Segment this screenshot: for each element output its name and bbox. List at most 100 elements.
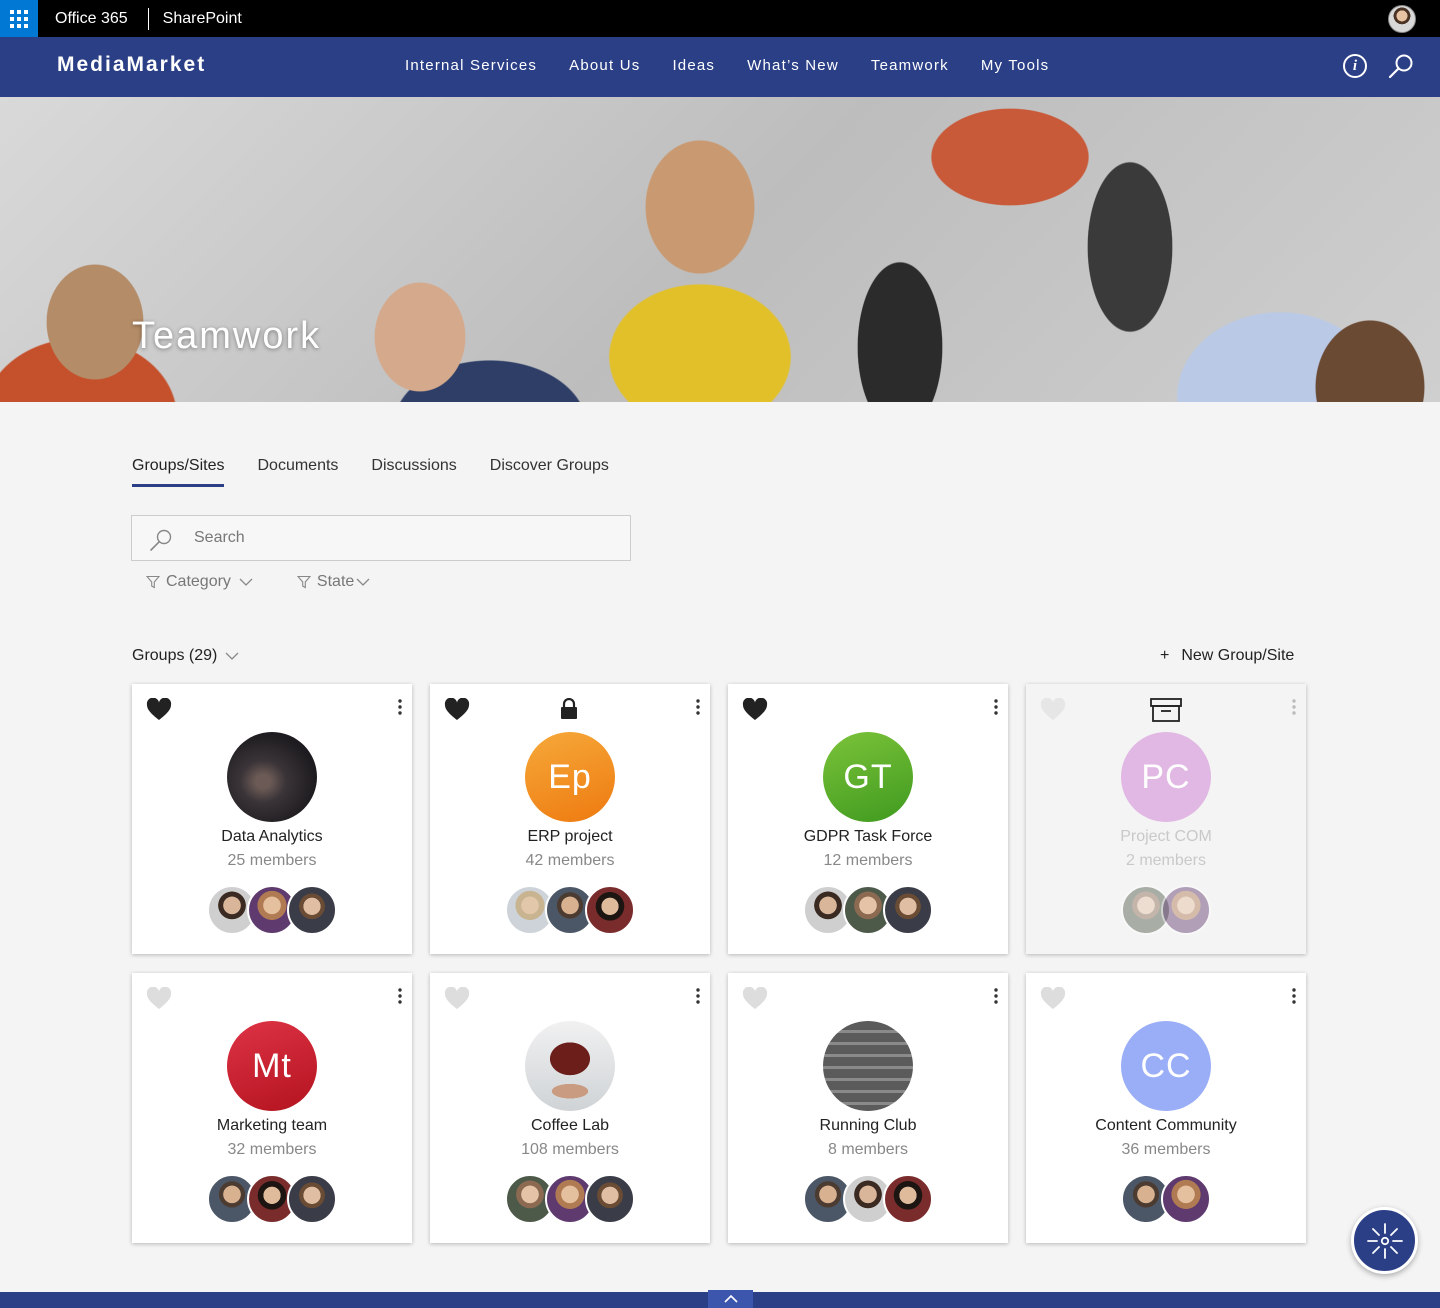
user-avatar[interactable] (1388, 5, 1416, 33)
filter-icon (296, 575, 311, 589)
group-title[interactable]: Data Analytics (132, 828, 412, 846)
more-options-icon[interactable] (992, 698, 1000, 716)
group-members: 8 members (827, 1141, 909, 1158)
groups-heading-label: Groups (29) (132, 647, 218, 664)
site-logo[interactable]: MediaMarket (57, 53, 206, 77)
search-icon[interactable] (1388, 53, 1414, 79)
member-avatar (1161, 885, 1211, 935)
tab-groups-sites[interactable]: Groups/Sites (132, 457, 225, 487)
filter-state-label: State (316, 573, 355, 590)
group-initials: Mt (252, 1046, 292, 1085)
member-avatar (883, 1174, 933, 1224)
info-icon[interactable]: i (1343, 54, 1367, 78)
group-title[interactable]: ERP project (430, 828, 710, 846)
footer-bar (0, 1290, 1440, 1308)
group-card-erp-project[interactable]: Ep ERP project 42 members (430, 684, 710, 954)
more-options-icon[interactable] (694, 698, 702, 716)
heart-outline-icon[interactable] (1040, 987, 1066, 1011)
footer-expand-button[interactable] (708, 1290, 753, 1308)
new-group-button[interactable]: + New Group/Site (1160, 647, 1294, 665)
filters: Category State (146, 573, 414, 591)
group-title[interactable]: Running Club (728, 1117, 1008, 1135)
site-nav: MediaMarket Internal Services About Us I… (0, 37, 1440, 97)
group-members: 25 members (227, 852, 317, 869)
member-avatar (585, 1174, 635, 1224)
member-avatars (728, 885, 1008, 935)
assistant-button[interactable] (1351, 1207, 1418, 1274)
nav-link-whats-new[interactable]: What’s New (747, 57, 839, 74)
heart-outline-icon[interactable] (146, 987, 172, 1011)
groups-heading[interactable]: Groups (29) (132, 647, 239, 665)
filter-state[interactable]: State (296, 573, 376, 591)
tab-discussions[interactable]: Discussions (371, 457, 456, 487)
member-avatars (1026, 885, 1306, 935)
group-avatar (227, 732, 317, 822)
group-initials: CC (1140, 1046, 1192, 1085)
nav-link-teamwork[interactable]: Teamwork (871, 57, 949, 74)
heart-filled-icon[interactable] (146, 698, 172, 722)
group-avatar (823, 1021, 913, 1111)
more-options-icon[interactable] (694, 987, 702, 1005)
group-members: 36 members (1121, 1141, 1211, 1158)
group-members: 12 members (823, 852, 913, 869)
heart-outline-icon[interactable] (742, 987, 768, 1011)
nav-link-about-us[interactable]: About Us (569, 57, 640, 74)
heart-outline-icon[interactable] (444, 987, 470, 1011)
suite-product-name[interactable]: SharePoint (163, 10, 242, 28)
member-avatars (728, 1174, 1008, 1224)
nav-link-ideas[interactable]: Ideas (672, 57, 715, 74)
group-avatar: Ep (525, 732, 615, 822)
filter-category[interactable]: Category (146, 573, 259, 591)
member-avatars (430, 1174, 710, 1224)
suite-app-name[interactable]: Office 365 (55, 10, 128, 28)
group-card-running-club[interactable]: Running Club 8 members (728, 973, 1008, 1243)
hero-banner: Teamwork (0, 97, 1440, 402)
nav-links: Internal Services About Us Ideas What’s … (405, 57, 1081, 74)
chevron-down-icon (239, 578, 253, 586)
more-options-icon[interactable] (396, 698, 404, 716)
new-group-label: New Group/Site (1181, 647, 1295, 664)
group-card-project-com[interactable]: PC Project COM 2 members (1026, 684, 1306, 954)
group-card-coffee-lab[interactable]: Coffee Lab 108 members (430, 973, 710, 1243)
plus-icon: + (1160, 647, 1170, 664)
member-avatar (287, 885, 337, 935)
group-avatar: PC (1121, 732, 1211, 822)
nav-link-my-tools[interactable]: My Tools (981, 57, 1050, 74)
app-launcher-icon[interactable] (0, 0, 38, 37)
more-options-icon[interactable] (1290, 698, 1298, 716)
group-members: 32 members (227, 1141, 317, 1158)
lock-icon (561, 698, 577, 719)
more-options-icon[interactable] (992, 987, 1000, 1005)
group-card-gdpr-task-force[interactable]: GT GDPR Task Force 12 members (728, 684, 1008, 954)
search-input[interactable] (194, 516, 614, 560)
group-title[interactable]: Content Community (1026, 1117, 1306, 1135)
heart-outline-icon[interactable] (1040, 698, 1066, 722)
group-avatar: GT (823, 732, 913, 822)
group-title[interactable]: Coffee Lab (430, 1117, 710, 1135)
group-initials: GT (843, 757, 893, 796)
tab-documents[interactable]: Documents (257, 457, 338, 487)
tab-discover-groups[interactable]: Discover Groups (490, 457, 609, 487)
member-avatars (1026, 1174, 1306, 1224)
group-initials: PC (1141, 757, 1191, 796)
member-avatar (287, 1174, 337, 1224)
search-box (131, 515, 631, 561)
suite-divider (147, 7, 149, 30)
group-card-marketing-team[interactable]: Mt Marketing team 32 members (132, 973, 412, 1243)
group-title[interactable]: Marketing team (132, 1117, 412, 1135)
member-avatar (1161, 1174, 1211, 1224)
group-card-data-analytics[interactable]: Data Analytics 25 members (132, 684, 412, 954)
more-options-icon[interactable] (1290, 987, 1298, 1005)
filter-icon (146, 575, 160, 589)
group-title[interactable]: Project COM (1026, 828, 1306, 846)
chevron-up-icon (723, 1295, 738, 1303)
member-avatars (430, 885, 710, 935)
nav-link-internal-services[interactable]: Internal Services (405, 57, 537, 74)
heart-filled-icon[interactable] (742, 698, 768, 722)
group-title[interactable]: GDPR Task Force (728, 828, 1008, 846)
heart-filled-icon[interactable] (444, 698, 470, 722)
group-card-content-community[interactable]: CC Content Community 36 members (1026, 973, 1306, 1243)
more-options-icon[interactable] (396, 987, 404, 1005)
sparkle-icon (1366, 1222, 1403, 1259)
member-avatar (883, 885, 933, 935)
